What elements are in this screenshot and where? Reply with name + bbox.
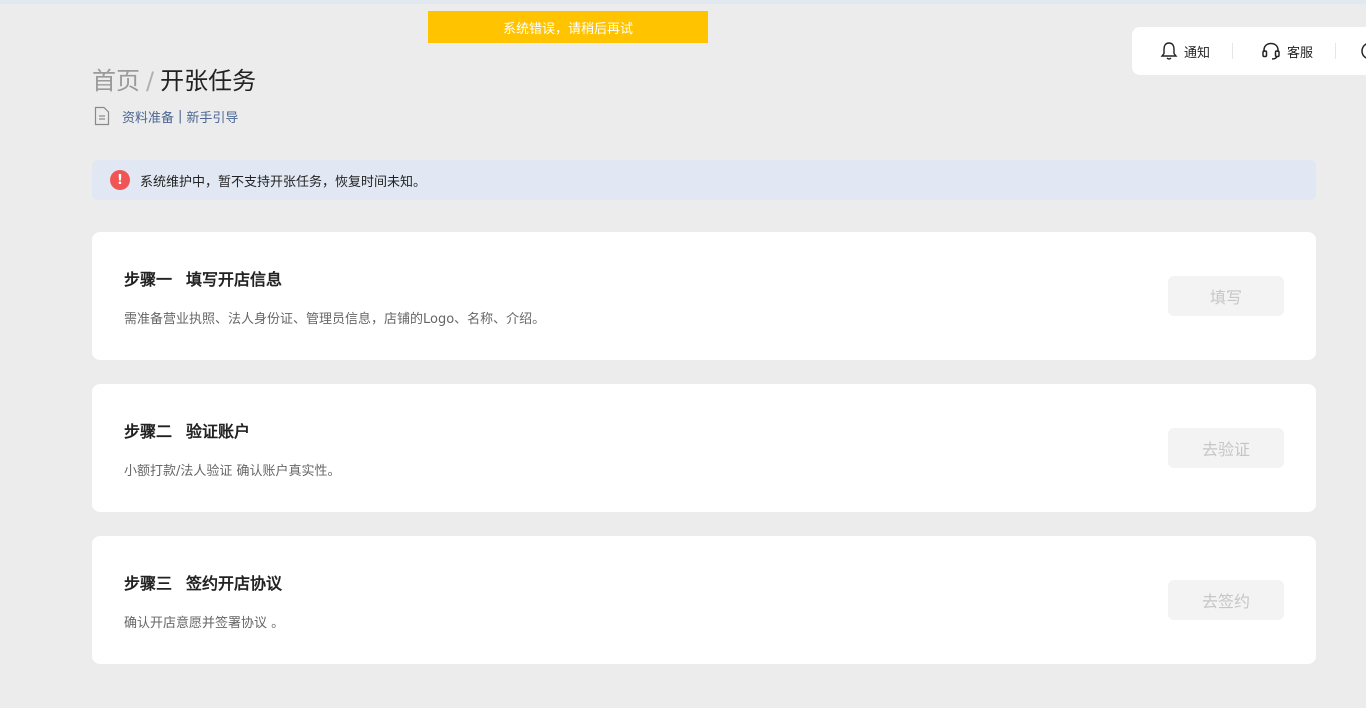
notify-button[interactable]: 通知	[1132, 27, 1232, 75]
guide-divider: |	[178, 108, 183, 124]
customer-service-label: 客服	[1287, 45, 1314, 61]
step-title: 步骤二 验证账户	[124, 418, 250, 442]
step-number: 步骤三	[124, 574, 173, 593]
document-icon	[94, 106, 110, 126]
error-toast: 系统错误，请稍后再试	[428, 11, 708, 43]
newbie-guide-link[interactable]: 新手引导	[186, 107, 238, 126]
fill-info-button[interactable]: 填写	[1168, 276, 1284, 316]
step-description: 确认开店意愿并签署协议 。	[124, 616, 285, 631]
sign-agreement-button[interactable]: 去签约	[1168, 580, 1284, 620]
top-strip	[0, 0, 1366, 4]
bell-icon	[1160, 42, 1178, 60]
help-button[interactable]	[1336, 27, 1366, 75]
step-title-text: 填写开店信息	[186, 270, 283, 289]
breadcrumb-separator: /	[146, 67, 155, 95]
alert-text: 系统维护中，暂不支持开张任务，恢复时间未知。	[140, 174, 427, 190]
error-toast-text: 系统错误，请稍后再试	[502, 21, 633, 37]
step-title-text: 验证账户	[186, 422, 251, 441]
breadcrumb: 首页 / 开张任务	[92, 64, 256, 98]
maintenance-alert: ! 系统维护中，暂不支持开张任务，恢复时间未知。	[92, 160, 1316, 200]
step-title: 步骤三 签约开店协议	[124, 570, 282, 594]
step-title: 步骤一 填写开店信息	[124, 266, 282, 290]
customer-service-button[interactable]: 客服	[1233, 27, 1335, 75]
page-title: 开张任务	[160, 67, 257, 95]
verify-account-button[interactable]: 去验证	[1168, 428, 1284, 468]
step-title-text: 签约开店协议	[186, 574, 283, 593]
notify-label: 通知	[1184, 45, 1211, 61]
step-description: 需准备营业执照、法人身份证、管理员信息，店铺的Logo、名称、介绍。	[124, 312, 546, 327]
step-number: 步骤二	[124, 422, 173, 441]
error-icon: !	[110, 170, 130, 190]
step-card: 步骤二 验证账户 小额打款/法人验证 确认账户真实性。 去验证	[92, 384, 1316, 512]
help-circle-icon	[1361, 43, 1366, 59]
step-card: 步骤一 填写开店信息 需准备营业执照、法人身份证、管理员信息，店铺的Logo、名称…	[92, 232, 1316, 360]
step-card: 步骤三 签约开店协议 确认开店意愿并签署协议 。 去签约	[92, 536, 1316, 664]
step-description: 小额打款/法人验证 确认账户真实性。	[124, 464, 341, 479]
breadcrumb-home-link[interactable]: 首页	[92, 67, 140, 95]
step-number: 步骤一	[124, 270, 173, 289]
material-prep-link[interactable]: 资料准备	[122, 107, 174, 126]
guide-links: 资料准备 | 新手引导	[94, 106, 238, 126]
headset-icon	[1262, 42, 1280, 60]
top-actions-bar: 通知 客服	[1132, 27, 1366, 75]
